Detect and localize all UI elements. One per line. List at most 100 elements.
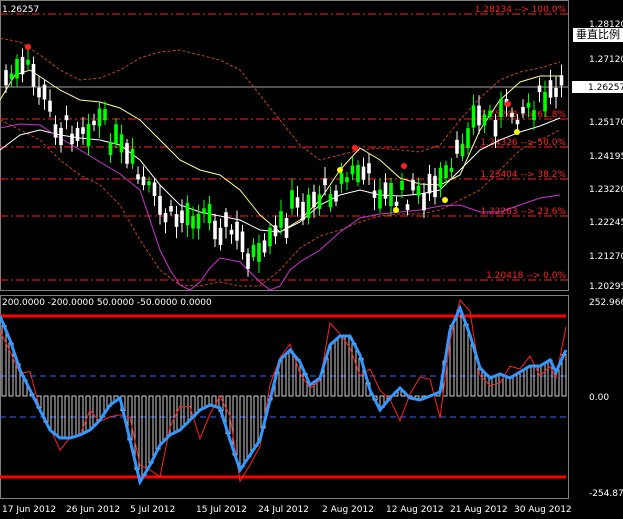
time-label: 21 Aug 2012	[450, 505, 508, 515]
candle-body	[389, 183, 393, 207]
vertical-scale-button[interactable]: 垂直比例	[573, 28, 623, 42]
candle-body	[488, 110, 492, 117]
candle-body	[257, 242, 261, 262]
candle-body	[295, 197, 300, 208]
candle-body	[521, 107, 525, 114]
candle-body	[493, 119, 498, 137]
candle-body	[317, 194, 322, 209]
histogram-bar	[176, 395, 182, 431]
candle-body	[482, 114, 487, 126]
candle-body	[367, 163, 371, 174]
candle-body	[202, 208, 206, 214]
candle-body	[328, 194, 333, 208]
candle-body	[510, 112, 514, 118]
candle-body	[306, 194, 311, 218]
candle-body	[59, 127, 63, 146]
histogram-bar	[526, 366, 532, 397]
signal-marker	[25, 44, 31, 50]
candle-body	[174, 214, 179, 227]
candle-body	[53, 124, 58, 138]
histogram-bar	[50, 395, 56, 433]
candle-body	[224, 212, 228, 227]
candle-body	[108, 141, 113, 156]
price-axis: 1.28120 1.27120 1.25170 1.24195 1.23220 …	[589, 20, 623, 292]
candle-body	[323, 178, 327, 186]
candle-body	[279, 211, 283, 228]
time-label: 12 Aug 2012	[386, 505, 444, 515]
candle-body	[356, 164, 360, 183]
histogram-bar	[463, 323, 469, 397]
candle-body	[444, 165, 448, 179]
candle-body	[20, 56, 25, 75]
candle-body	[15, 58, 19, 79]
candle-body	[235, 221, 239, 241]
middle-ma	[0, 69, 560, 233]
histogram-bar	[519, 370, 525, 397]
osc-label: 252.966	[589, 298, 623, 308]
time-label: 26 Jun 2012	[66, 505, 120, 515]
candle-body	[345, 177, 349, 183]
candle-body	[537, 85, 542, 93]
histogram-bar	[512, 374, 518, 397]
price-label: 1.27120	[589, 55, 623, 65]
histogram-bar	[148, 395, 154, 464]
candle-body	[185, 203, 190, 226]
candle-body	[394, 201, 399, 206]
candles	[4, 47, 564, 277]
fib-label: 1.28234 --> 100.0%	[475, 5, 567, 15]
time-label: 5 Jul 2012	[130, 505, 175, 515]
candle-body	[422, 192, 426, 211]
candle-body	[130, 148, 135, 164]
trading-chart[interactable]: 1.26257 1.28120 1.27120 1.25170 1.24195 …	[0, 0, 623, 519]
signal-marker	[393, 207, 399, 213]
histogram-bar	[540, 363, 546, 397]
osc-axis: 252.966 0.00 -254.875	[589, 298, 623, 499]
fib-label: 1.20418 --> 0.0%	[486, 271, 566, 281]
envelope-line	[0, 123, 561, 291]
candle-body	[400, 180, 404, 191]
candle-body	[499, 98, 503, 118]
candle-body	[147, 181, 151, 186]
signal-marker	[514, 129, 520, 135]
histogram-bar	[351, 343, 357, 397]
time-label: 15 Jul 2012	[196, 505, 247, 515]
candle-body	[372, 190, 377, 198]
candle-body	[31, 63, 36, 88]
candle-body	[141, 176, 146, 186]
histogram-bar	[491, 375, 497, 397]
candle-body	[290, 190, 294, 209]
histogram-bar	[71, 395, 77, 438]
osc-header: 200.0000 -200.0000 50.0000 -50.0000 0.00…	[2, 298, 212, 308]
candle-body	[169, 206, 173, 212]
histogram-bar	[295, 359, 301, 397]
candle-body	[103, 109, 107, 121]
price-label: 1.24195	[589, 152, 623, 162]
price-label: 1.23220	[589, 185, 623, 195]
candle-body	[339, 173, 344, 184]
current-price-label: 1.26257	[588, 83, 623, 93]
candle-body	[548, 80, 553, 98]
price-label: 1.22245	[589, 218, 623, 228]
osc-histogram	[1, 309, 567, 476]
candle-body	[301, 201, 305, 221]
candle-body	[4, 70, 8, 86]
candle-body	[559, 75, 564, 86]
candle-body	[455, 139, 459, 154]
candle-body	[75, 127, 80, 141]
candle-body	[37, 87, 41, 98]
time-label: 30 Aug 2012	[514, 505, 572, 515]
candle-body	[433, 175, 437, 198]
candle-body	[207, 204, 212, 224]
candle-body	[251, 244, 256, 257]
time-axis: 17 Jun 2012 26 Jun 2012 5 Jul 2012 15 Ju…	[2, 505, 572, 515]
signal-marker	[505, 101, 511, 107]
histogram-bar	[155, 395, 161, 450]
candle-body	[92, 120, 96, 126]
candle-body	[361, 166, 366, 180]
candle-body	[312, 191, 316, 208]
candle-body	[119, 134, 124, 153]
signal-marker	[337, 167, 343, 173]
candle-body	[526, 103, 531, 108]
upper-band	[0, 37, 561, 161]
time-label: 17 Jun 2012	[2, 505, 56, 515]
